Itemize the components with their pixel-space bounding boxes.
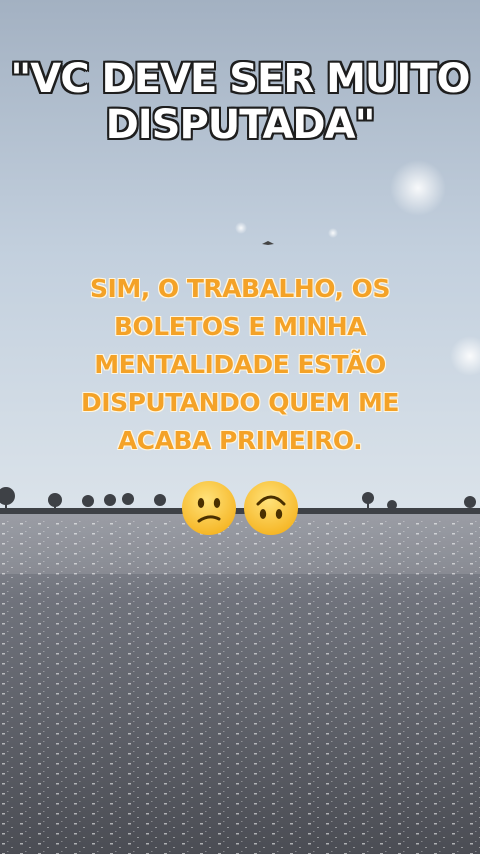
headline-line-1: "VC DEVE SER MUITO — [10, 56, 470, 102]
answer-line-4: DISPUTANDO QUEM ME — [81, 388, 399, 417]
answer-line-1: SIM, O TRABALHO, OS — [90, 274, 390, 303]
headline-quote: "VC DEVE SER MUITO DISPUTADA" — [0, 56, 480, 148]
answer-line-5: ACABA PRIMEIRO. — [117, 426, 363, 455]
answer-line-3: MENTALIDADE ESTÃO — [94, 350, 386, 379]
headline-line-2: DISPUTADA" — [105, 102, 376, 148]
confused-face-icon — [182, 481, 236, 535]
answer-line-2: BOLETOS E MINHA — [114, 312, 367, 341]
emoji-row — [0, 480, 480, 536]
upside-down-face-icon — [244, 481, 298, 535]
answer-text: SIM, O TRABALHO, OS BOLETOS E MINHA MENT… — [40, 270, 440, 460]
